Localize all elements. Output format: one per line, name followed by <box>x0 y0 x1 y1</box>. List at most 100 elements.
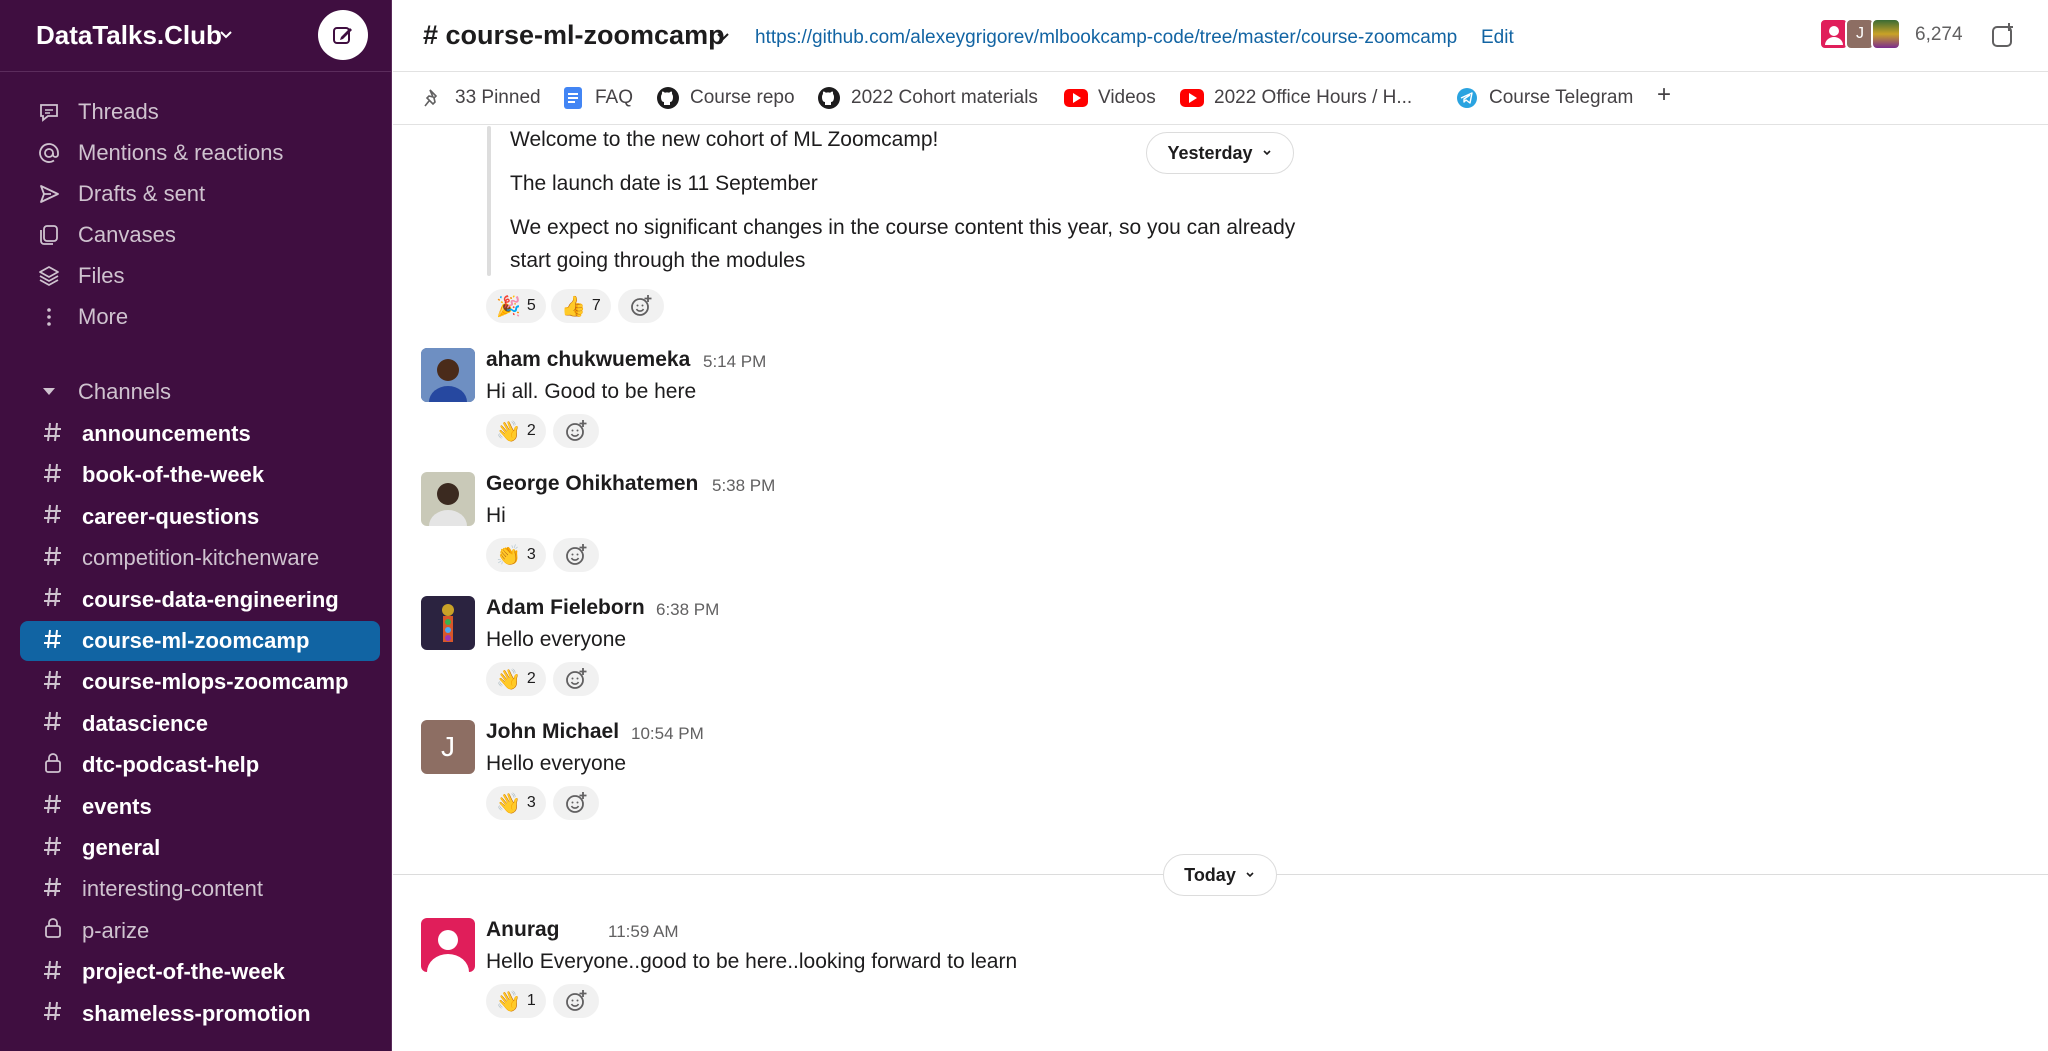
bookmark-office-hours[interactable]: 2022 Office Hours / H... <box>1180 85 1412 111</box>
hash-icon <box>40 626 66 657</box>
channel-item[interactable]: course-data-engineering <box>20 580 380 620</box>
channel-name: events <box>82 793 152 819</box>
bookmark-label: 2022 Cohort materials <box>851 87 1038 108</box>
channel-item[interactable]: course-mlops-zoomcamp <box>20 662 380 702</box>
add-reaction-button[interactable] <box>553 538 599 572</box>
canvas-icon[interactable] <box>1989 20 2019 50</box>
nav-mentions[interactable]: Mentions & reactions <box>36 133 376 173</box>
send-icon <box>36 181 62 207</box>
add-emoji-icon <box>566 544 587 565</box>
reaction-pill[interactable]: 👍 7 <box>551 289 611 323</box>
avatar[interactable] <box>421 472 475 526</box>
add-reaction-button[interactable] <box>553 662 599 696</box>
message-text: Hi all. Good to be here <box>486 380 697 403</box>
bookmark-pinned[interactable]: 33 Pinned <box>421 85 541 111</box>
channel-item[interactable]: career-questions <box>20 497 380 537</box>
channel-title[interactable]: # course-ml-zoomcamp <box>423 20 725 51</box>
message-timestamp[interactable]: 5:14 PM <box>703 352 766 372</box>
channel-name: general <box>82 835 161 860</box>
add-reaction-button[interactable] <box>618 289 664 323</box>
bookmark-course-repo[interactable]: Course repo <box>656 85 795 111</box>
compose-button[interactable] <box>318 10 368 60</box>
doc-icon <box>561 86 585 110</box>
nav-files[interactable]: Files <box>36 256 376 296</box>
bookmark-label: Course repo <box>690 87 795 108</box>
day-divider-yesterday[interactable]: Yesterday <box>1146 132 1294 174</box>
message-timestamp[interactable]: 5:38 PM <box>712 476 775 496</box>
edit-topic-link[interactable]: Edit <box>1481 27 1514 49</box>
lock-icon <box>40 750 66 781</box>
chevron-down-icon[interactable] <box>715 28 731 44</box>
day-label: Today <box>1184 864 1236 885</box>
nav-more[interactable]: More <box>36 297 376 337</box>
message-author[interactable]: aham chukwuemeka <box>486 348 690 372</box>
add-reaction-button[interactable] <box>553 984 599 1018</box>
reaction-pill[interactable]: 👋 3 <box>486 786 546 820</box>
chevron-down-icon[interactable] <box>218 26 234 42</box>
channel-name: interesting-content <box>82 876 263 902</box>
channel-item[interactable]: events <box>20 787 380 827</box>
message-timestamp[interactable]: 6:38 PM <box>656 600 719 620</box>
day-divider-today[interactable]: Today <box>1163 854 1277 896</box>
youtube-icon <box>1064 86 1088 110</box>
channel-item[interactable]: course-ml-zoomcamp <box>20 621 380 661</box>
nav-canvases[interactable]: Canvases <box>36 215 376 255</box>
channel-item[interactable]: interesting-content <box>20 869 380 909</box>
reaction-pill[interactable]: 👋 2 <box>486 414 546 448</box>
message-author[interactable]: John Michael <box>486 720 619 744</box>
workspace-name[interactable]: DataTalks.Club <box>36 20 222 51</box>
quoted-line: We expect no significant changes in the … <box>510 216 1296 239</box>
add-reaction-button[interactable] <box>553 786 599 820</box>
bookmark-videos[interactable]: Videos <box>1064 85 1156 111</box>
channel-topic-link[interactable]: https://github.com/alexeygrigorev/mlbook… <box>755 27 1457 49</box>
reaction-pill[interactable]: 🎉 5 <box>486 289 546 323</box>
add-reaction-button[interactable] <box>553 414 599 448</box>
bookmark-label: Videos <box>1098 87 1156 108</box>
message-timestamp[interactable]: 10:54 PM <box>631 724 704 744</box>
message-author[interactable]: Adam Fieleborn <box>486 596 645 620</box>
message-text: Hello everyone <box>486 752 627 775</box>
github-icon <box>656 86 680 110</box>
channel-name: shameless-promotion <box>82 1000 311 1026</box>
avatar[interactable] <box>421 596 475 650</box>
bookmark-label: Course Telegram <box>1489 87 1634 108</box>
add-emoji-icon <box>566 668 587 689</box>
member-count[interactable]: 6,274 <box>1915 24 1963 46</box>
bookmark-cohort-materials[interactable]: 2022 Cohort materials <box>817 85 1038 111</box>
channel-item[interactable]: datascience <box>20 704 380 744</box>
member-avatars[interactable]: J <box>1819 18 1901 52</box>
nav-drafts[interactable]: Drafts & sent <box>36 174 376 214</box>
channel-name: competition-kitchenware <box>82 545 320 571</box>
channel-item[interactable]: book-of-the-week <box>20 455 380 495</box>
sidebar: DataTalks.Club Threads Mentions & reacti… <box>0 0 392 1051</box>
channel-item[interactable]: general <box>20 828 380 868</box>
hash-icon <box>40 957 66 988</box>
add-bookmark-button[interactable]: + <box>1657 81 1671 108</box>
message-timestamp[interactable]: 11:59 AM <box>608 922 679 942</box>
pin-icon <box>421 86 445 110</box>
github-icon <box>817 86 841 110</box>
caret-down-icon <box>36 387 62 397</box>
reaction-pill[interactable]: 👋 1 <box>486 984 546 1018</box>
hash-icon <box>40 791 66 822</box>
reaction-pill[interactable]: 👋 2 <box>486 662 546 696</box>
bookmark-telegram[interactable]: Course Telegram <box>1455 85 1633 111</box>
channel-item[interactable]: shameless-promotion <box>20 994 380 1034</box>
avatar[interactable] <box>421 918 475 972</box>
channel-item[interactable]: dtc-podcast-help <box>20 745 380 785</box>
nav-threads[interactable]: Threads <box>36 92 376 132</box>
avatar[interactable] <box>421 348 475 402</box>
channel-item[interactable]: announcements <box>20 414 380 454</box>
channel-item[interactable]: competition-kitchenware <box>20 538 380 578</box>
channels-section-header[interactable]: Channels <box>36 374 171 410</box>
chevron-down-icon <box>1262 150 1271 156</box>
channel-header: # course-ml-zoomcamp https://github.com/… <box>393 0 2048 72</box>
hash-icon <box>40 419 66 450</box>
bookmark-faq[interactable]: FAQ <box>561 85 633 111</box>
message-author[interactable]: George Ohikhatemen <box>486 472 698 496</box>
avatar[interactable]: J <box>421 720 475 774</box>
reaction-pill[interactable]: 👏 3 <box>486 538 546 572</box>
channel-item[interactable]: p-arize <box>20 911 380 951</box>
message-author[interactable]: Anurag <box>486 918 560 942</box>
channel-item[interactable]: project-of-the-week <box>20 952 380 992</box>
